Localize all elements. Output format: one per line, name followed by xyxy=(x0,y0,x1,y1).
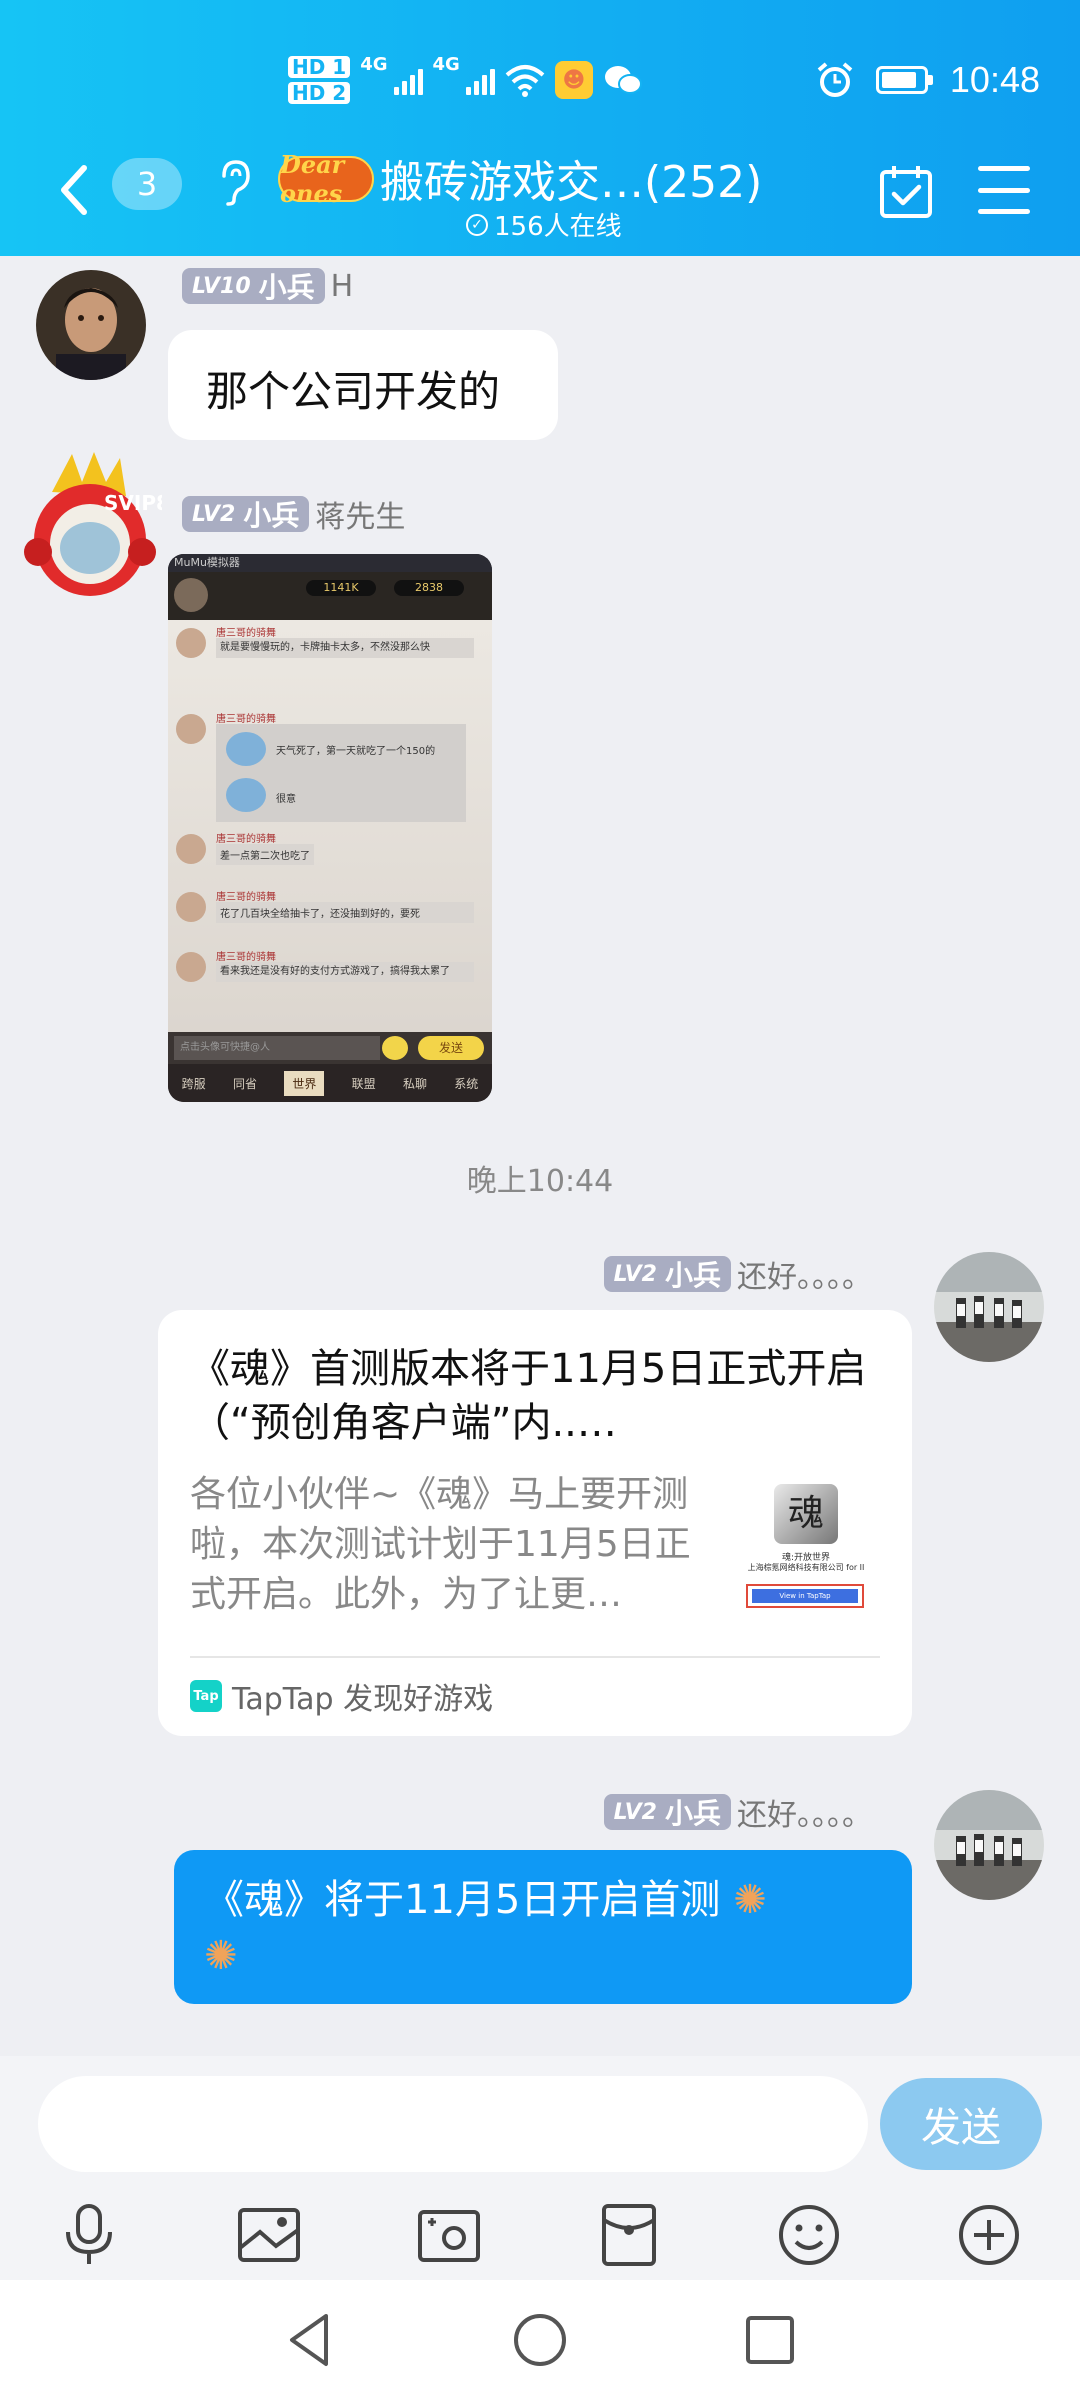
screenshot-tab: 私聊 xyxy=(402,1076,427,1091)
unread-count-badge[interactable]: 3 xyxy=(112,158,182,210)
sender-meta: LV2 小兵 还好。。。。 xyxy=(603,1790,872,1834)
sender-meta: LV2 小兵 还好。。。。 xyxy=(603,1252,872,1296)
level-badge: LV10 小兵 xyxy=(182,268,325,304)
input-bar: 发送 xyxy=(0,2056,1080,2280)
screenshot-input: 点击头像可快捷@人 xyxy=(174,1036,380,1060)
sim1-hd-badge: HD 1 xyxy=(288,56,351,78)
message-list[interactable]: LV10小兵 H 那个公司开发的 SVIP8 LV2小兵 蒋先生 MuMu模拟器… xyxy=(0,256,1080,2056)
divider xyxy=(190,1656,880,1658)
calendar-check-icon[interactable] xyxy=(878,164,934,220)
red-packet-icon[interactable] xyxy=(596,2202,662,2268)
screenshot-tab: 同省 xyxy=(232,1076,257,1091)
signal-icon xyxy=(465,65,495,95)
screenshot-tab: 联盟 xyxy=(351,1076,376,1091)
image-icon[interactable] xyxy=(236,2202,302,2268)
screenshot-tab: 跨服 xyxy=(181,1076,206,1091)
link-card-thumbnail: 魂 魂:开放世界 上海棕氪网络科技有限公司 for II View in Tap… xyxy=(736,1480,876,1620)
back-arrow-icon[interactable] xyxy=(54,160,94,220)
avatar[interactable] xyxy=(36,270,146,380)
taptap-icon: Tap xyxy=(190,1680,222,1712)
wifi-icon xyxy=(505,65,545,97)
online-count-label: 156人在线 xyxy=(494,212,622,242)
app-notification-icon: ☻ xyxy=(554,61,593,99)
screenshot-tab: 世界 xyxy=(284,1070,325,1096)
top-bar: HD 1 HD 2 4G 4G ☻ 10:48 3 Dear ones 搬砖游戏… xyxy=(0,0,1080,256)
coins-value: 1141K xyxy=(306,580,376,596)
screenshot-send: 发送 xyxy=(418,1036,484,1060)
clock: 10:48 xyxy=(949,59,1040,100)
thumb-button: View in TapTap xyxy=(752,1589,858,1603)
status-bar: HD 1 HD 2 4G 4G ☻ 10:48 xyxy=(0,40,1080,120)
menu-icon[interactable] xyxy=(978,166,1030,214)
firework-icon: ✺ xyxy=(204,1933,238,1979)
gems-value: 2838 xyxy=(394,580,464,596)
network-type-1: 4G xyxy=(360,54,388,75)
screenshot-tab: 系统 xyxy=(454,1076,479,1091)
level-badge: LV2 小兵 xyxy=(603,1794,731,1830)
chat-title-bar: 3 Dear ones 搬砖游戏交…(252) ✓ 156人在线 xyxy=(0,128,1080,256)
link-card-title: 《魂》首测版本将于11月5日正式开启（“预创角客户端”内..… xyxy=(190,1346,867,1446)
send-button[interactable]: 发送 xyxy=(880,2078,1042,2170)
message-timestamp: 晚上10:44 xyxy=(466,1164,614,1199)
game-logo-icon: 魂 xyxy=(774,1484,838,1544)
online-count[interactable]: ✓ 156人在线 xyxy=(466,206,622,243)
nav-recents-icon[interactable] xyxy=(738,2308,802,2372)
sim2-hd-badge: HD 2 xyxy=(288,82,351,104)
source-label: TapTap 发现好游戏 xyxy=(232,1682,494,1717)
message-text: 《魂》将于11月5日开启首测 xyxy=(204,1877,721,1923)
emulator-title: MuMu模拟器 xyxy=(168,554,492,572)
system-nav-bar xyxy=(0,2280,1080,2400)
emoji-icon[interactable] xyxy=(776,2202,842,2268)
sender-name[interactable]: 还好。。。。 xyxy=(737,1790,872,1834)
avatar xyxy=(174,578,208,612)
group-title[interactable]: 搬砖游戏交…(252) xyxy=(380,146,762,210)
sender-name[interactable]: H xyxy=(331,269,354,304)
wechat-icon xyxy=(604,66,642,94)
message-bubble[interactable]: 那个公司开发的 xyxy=(168,330,558,440)
group-logo: Dear ones xyxy=(278,150,374,208)
battery-icon xyxy=(875,66,933,94)
link-card[interactable]: 《魂》首测版本将于11月5日正式开启（“预创角客户端”内..… 各位小伙伴~《魂… xyxy=(158,1310,912,1736)
firework-icon: ✺ xyxy=(733,1877,767,1923)
signal-icon xyxy=(393,65,423,95)
avatar[interactable] xyxy=(934,1252,1044,1362)
alarm-icon xyxy=(817,62,853,97)
link-card-description: 各位小伙伴~《魂》马上要开测啦，本次测试计划于11月5日正式开启。此外，为了让更… xyxy=(190,1474,691,1615)
camera-icon[interactable] xyxy=(416,2202,482,2268)
message-input[interactable] xyxy=(38,2076,868,2172)
link-card-source: Tap TapTap 发现好游戏 xyxy=(190,1674,493,1718)
nav-back-icon[interactable] xyxy=(278,2308,342,2372)
sender-name[interactable]: 蒋先生 xyxy=(315,492,405,536)
nav-home-icon[interactable] xyxy=(508,2308,572,2372)
svg-text:SVIP8: SVIP8 xyxy=(104,491,162,515)
avatar[interactable] xyxy=(934,1790,1044,1900)
level-badge: LV2 小兵 xyxy=(603,1256,731,1292)
avatar[interactable]: SVIP8 xyxy=(22,452,170,602)
message-bubble[interactable]: 《魂》将于11月5日开启首测 ✺ ✺ xyxy=(174,1850,912,2004)
microphone-icon[interactable] xyxy=(56,2202,122,2268)
earpiece-mode-icon[interactable] xyxy=(214,158,254,208)
sender-meta: LV2 小兵 蒋先生 xyxy=(182,492,405,536)
network-type-2: 4G xyxy=(432,54,460,75)
thumb-company: 上海棕氪网络科技有限公司 for II xyxy=(747,1563,865,1572)
sender-name[interactable]: 还好。。。。 xyxy=(737,1252,872,1296)
level-badge: LV2 小兵 xyxy=(182,496,310,532)
sender-meta: LV10 小兵 H xyxy=(182,268,353,304)
message-text: 那个公司开发的 xyxy=(206,367,501,416)
plus-icon[interactable] xyxy=(956,2202,1022,2268)
online-check-icon: ✓ xyxy=(466,213,488,236)
shared-image[interactable]: MuMu模拟器 1141K 2838 唐三哥的骑舞 就是要慢慢玩的，卡牌抽卡太多… xyxy=(168,554,492,1102)
